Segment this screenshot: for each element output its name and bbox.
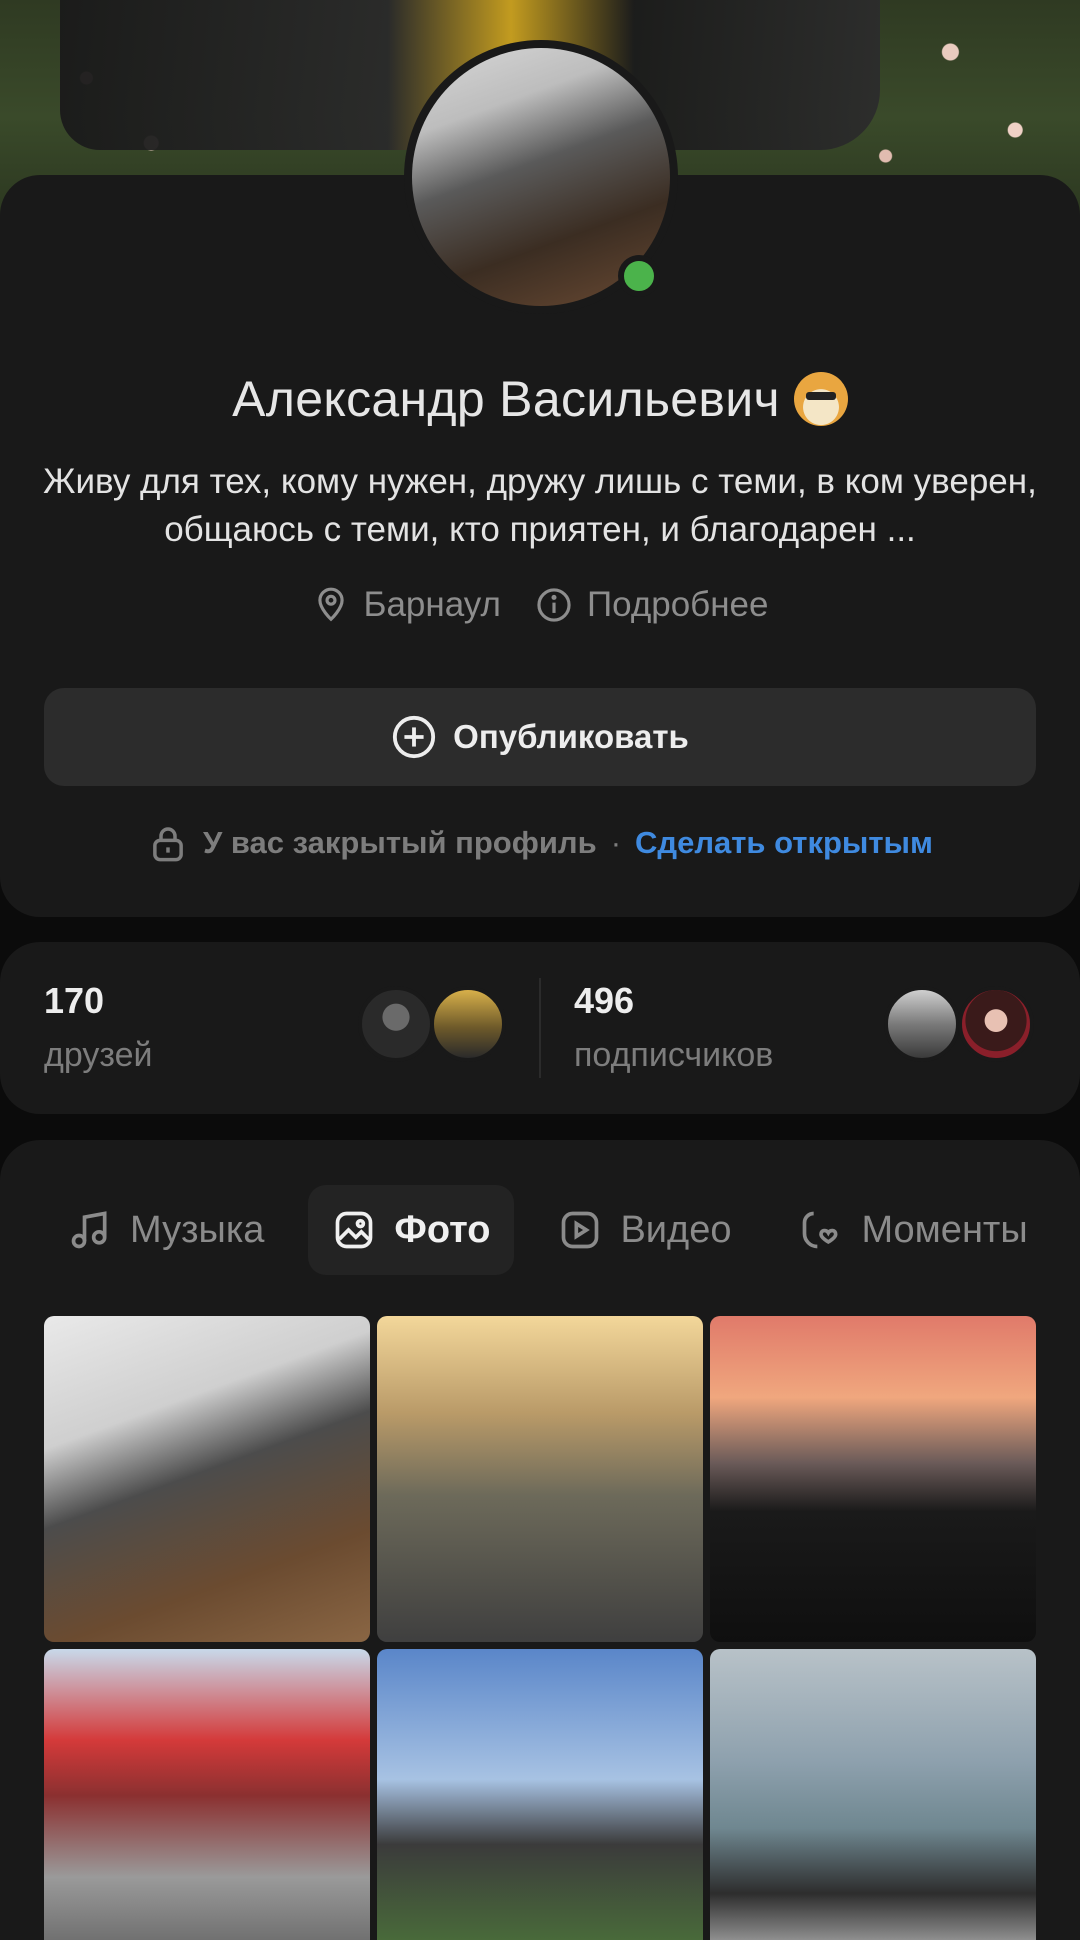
publish-button[interactable]: Опубликовать <box>44 688 1036 786</box>
tab-photo-label: Фото <box>394 1208 491 1251</box>
media-tabs: Музыка Фото Видео Моменты <box>44 1185 1080 1275</box>
photo-thumbnail[interactable] <box>710 1649 1036 1940</box>
friends-counter[interactable]: 170 друзей <box>44 980 152 1075</box>
counter-divider <box>539 978 541 1078</box>
tab-video-label: Видео <box>620 1208 732 1251</box>
profile-status[interactable]: Живу для тех, кому нужен, дружу лишь с т… <box>40 458 1040 554</box>
details-label: Подробнее <box>586 585 769 624</box>
photo-thumbnail[interactable] <box>44 1316 370 1642</box>
doge-emoji-icon[interactable] <box>793 372 848 426</box>
follower-avatar[interactable] <box>958 986 1034 1062</box>
counters-card: 170 друзей 496 подписчиков <box>0 942 1080 1114</box>
photo-thumbnail[interactable] <box>44 1649 370 1940</box>
tab-moments-label: Моменты <box>861 1208 1028 1251</box>
privacy-text: У вас закрытый профиль <box>203 825 597 860</box>
followers-label: подписчиков <box>574 1036 774 1074</box>
heart-clip-icon <box>803 1211 838 1249</box>
profile-name-row: Александр Васильевич <box>0 370 1080 428</box>
location-pin-icon <box>317 587 344 622</box>
tab-moments[interactable]: Моменты <box>775 1185 1051 1275</box>
friends-count: 170 <box>44 980 105 1021</box>
profile-name: Александр Васильевич <box>232 371 780 427</box>
followers-counter[interactable]: 496 подписчиков <box>574 980 773 1075</box>
friend-avatar[interactable] <box>430 986 506 1062</box>
privacy-separator: · <box>610 825 622 860</box>
city-label: Барнаул <box>363 585 501 624</box>
photo-thumbnail[interactable] <box>377 1316 703 1642</box>
followers-count: 496 <box>574 980 635 1021</box>
info-icon <box>537 588 571 622</box>
make-open-link[interactable]: Сделать открытым <box>635 825 933 861</box>
media-card: Музыка Фото Видео Моменты <box>0 1140 1080 1940</box>
tab-music[interactable]: Музыка <box>44 1185 288 1275</box>
friends-label: друзей <box>44 1036 153 1074</box>
tab-video[interactable]: Видео <box>534 1185 755 1275</box>
lock-icon <box>153 827 183 862</box>
online-indicator <box>618 255 660 297</box>
image-icon <box>336 1211 373 1249</box>
photo-thumbnail[interactable] <box>710 1316 1036 1642</box>
music-note-icon <box>71 1211 107 1249</box>
city-item[interactable]: Барнаул <box>312 585 501 625</box>
tab-music-label: Музыка <box>130 1208 265 1251</box>
privacy-notice: У вас закрытый профиль · Сделать открыты… <box>0 822 1080 864</box>
photo-thumbnail[interactable] <box>377 1649 703 1940</box>
follower-avatar[interactable] <box>884 986 960 1062</box>
tab-photo[interactable]: Фото <box>308 1185 515 1275</box>
plus-circle-icon <box>393 715 436 759</box>
friend-avatar[interactable] <box>358 986 434 1062</box>
publish-label: Опубликовать <box>453 718 689 755</box>
details-item[interactable]: Подробнее <box>535 585 769 625</box>
play-icon <box>562 1211 599 1249</box>
profile-meta: Барнаул Подробнее <box>0 585 1080 625</box>
